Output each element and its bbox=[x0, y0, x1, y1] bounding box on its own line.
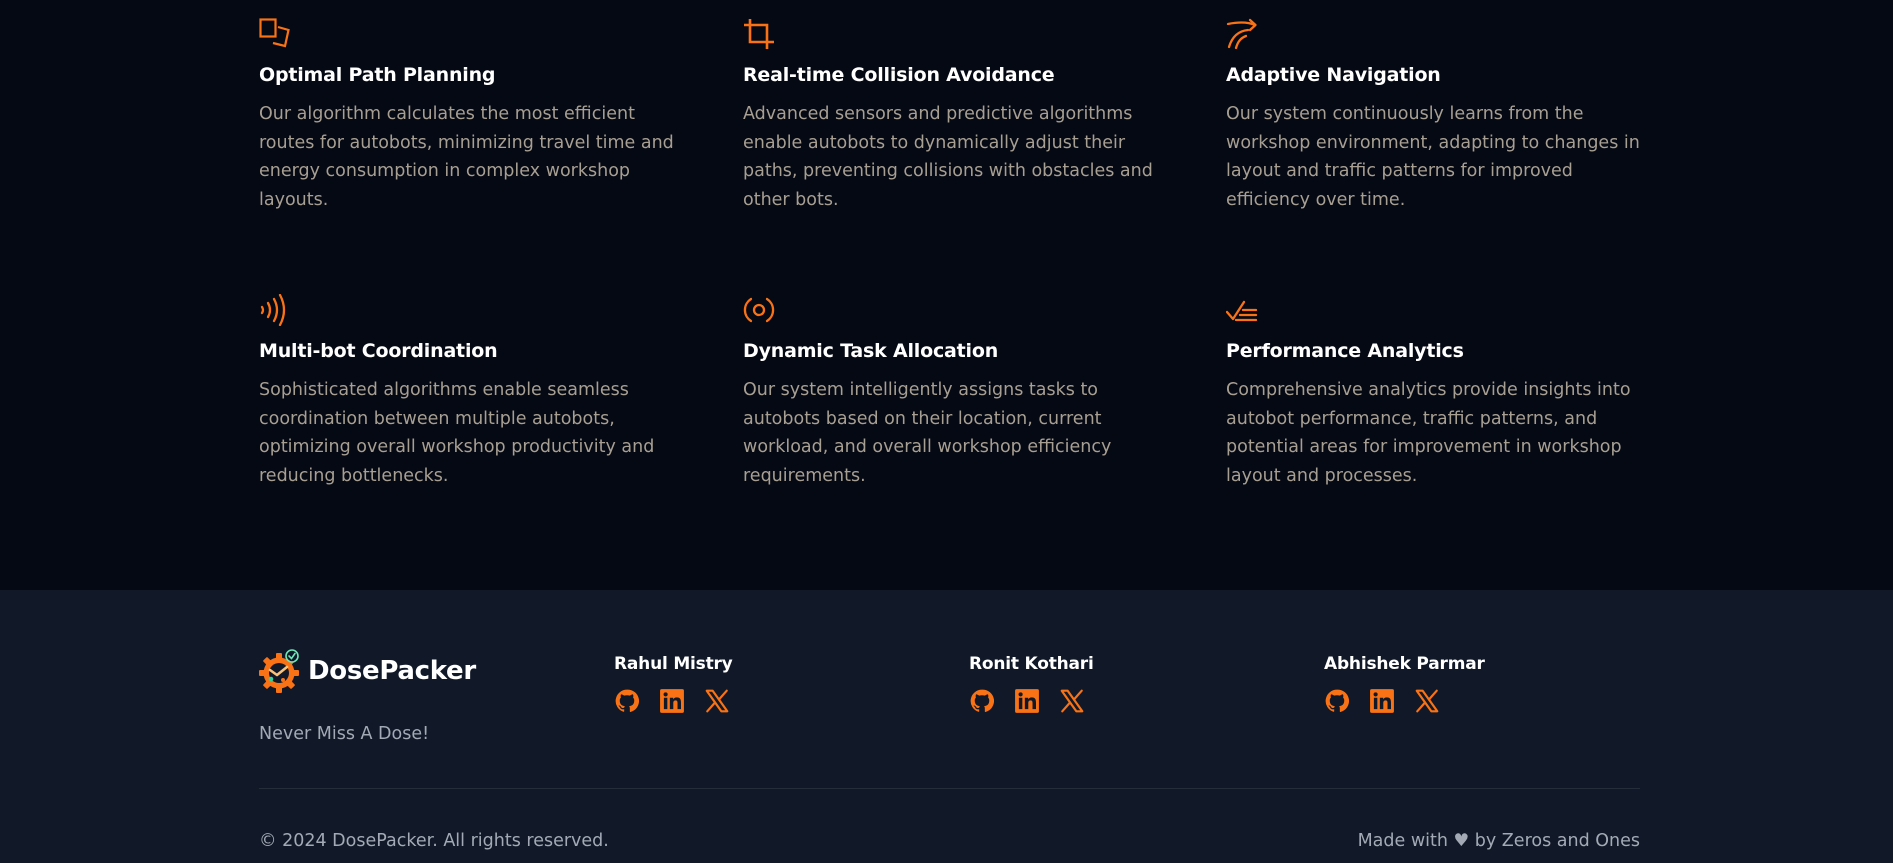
route-arrow-icon bbox=[1226, 18, 1257, 50]
x-link[interactable] bbox=[704, 688, 730, 714]
x-icon bbox=[1060, 689, 1084, 713]
checklist-icon bbox=[1226, 300, 1258, 322]
social-links bbox=[969, 688, 1104, 714]
linkedin-icon bbox=[1370, 689, 1394, 713]
linkedin-link[interactable] bbox=[1014, 688, 1040, 714]
feature-title: Dynamic Task Allocation bbox=[743, 340, 999, 362]
feature-card-task-allocation: Dynamic Task Allocation Our system intel… bbox=[743, 294, 1163, 486]
x-link[interactable] bbox=[1059, 688, 1085, 714]
member-name: Abhishek Parmar bbox=[1324, 654, 1485, 674]
github-icon bbox=[970, 689, 995, 712]
feature-title: Optimal Path Planning bbox=[259, 64, 496, 86]
brand-tagline: Never Miss A Dose! bbox=[259, 724, 430, 744]
team-member-abhishek-parmar: Abhishek Parmar bbox=[1324, 654, 1485, 714]
signal-waves-icon bbox=[260, 294, 286, 326]
team-member-ronit-kothari: Ronit Kothari bbox=[969, 654, 1104, 714]
feature-card-collision-avoidance: Real-time Collision Avoidance Advanced s… bbox=[743, 18, 1163, 210]
github-link[interactable] bbox=[1324, 688, 1350, 714]
github-icon bbox=[1325, 689, 1350, 712]
github-icon bbox=[615, 689, 640, 712]
x-link[interactable] bbox=[1414, 688, 1440, 714]
feature-description: Comprehensive analytics provide insights… bbox=[1226, 380, 1631, 486]
feature-title: Performance Analytics bbox=[1226, 340, 1464, 362]
feature-description: Advanced sensors and predictive algorith… bbox=[743, 104, 1153, 210]
x-icon bbox=[705, 689, 729, 713]
copyright-text: © 2024 DosePacker. All rights reserved. bbox=[259, 831, 609, 851]
feature-description: Sophisticated algorithms enable seamless… bbox=[259, 380, 655, 486]
github-link[interactable] bbox=[969, 688, 995, 714]
radio-broadcast-icon bbox=[743, 297, 775, 323]
linkedin-icon bbox=[1015, 689, 1039, 713]
linkedin-link[interactable] bbox=[1369, 688, 1395, 714]
feature-description: Our system intelligently assigns tasks t… bbox=[743, 380, 1112, 486]
feature-card-multi-bot-coordination: Multi-bot Coordination Sophisticated alg… bbox=[259, 294, 679, 486]
dosepacker-logo-icon bbox=[259, 649, 299, 693]
crop-icon bbox=[744, 19, 774, 49]
feature-description: Our algorithm calculates the most effici… bbox=[259, 104, 674, 210]
member-name: Ronit Kothari bbox=[969, 654, 1094, 674]
features-section: Optimal Path Planning Our algorithm calc… bbox=[0, 0, 1893, 590]
feature-title: Adaptive Navigation bbox=[1226, 64, 1441, 86]
linkedin-icon bbox=[660, 689, 684, 713]
team-member-rahul-mistry: Rahul Mistry bbox=[614, 654, 749, 714]
github-link[interactable] bbox=[614, 688, 640, 714]
feature-description: Our system continuously learns from the … bbox=[1226, 104, 1640, 210]
footer-divider bbox=[259, 788, 1640, 789]
linkedin-link[interactable] bbox=[659, 688, 685, 714]
brand[interactable]: DosePacker bbox=[259, 648, 476, 694]
feature-title: Real-time Collision Avoidance bbox=[743, 64, 1055, 86]
feature-card-path-planning: Optimal Path Planning Our algorithm calc… bbox=[259, 18, 679, 210]
social-links bbox=[614, 688, 749, 714]
made-with-credit: Made with ♥ by Zeros and Ones bbox=[1357, 831, 1640, 851]
path-planning-icon bbox=[259, 18, 290, 48]
x-icon bbox=[1415, 689, 1439, 713]
brand-name: DosePacker bbox=[308, 656, 476, 686]
site-footer: DosePacker Never Miss A Dose! Rahul Mist… bbox=[0, 590, 1893, 863]
feature-card-performance-analytics: Performance Analytics Comprehensive anal… bbox=[1226, 294, 1646, 486]
member-name: Rahul Mistry bbox=[614, 654, 733, 674]
social-links bbox=[1324, 688, 1485, 714]
feature-card-adaptive-navigation: Adaptive Navigation Our system continuou… bbox=[1226, 18, 1646, 210]
feature-title: Multi-bot Coordination bbox=[259, 340, 498, 362]
